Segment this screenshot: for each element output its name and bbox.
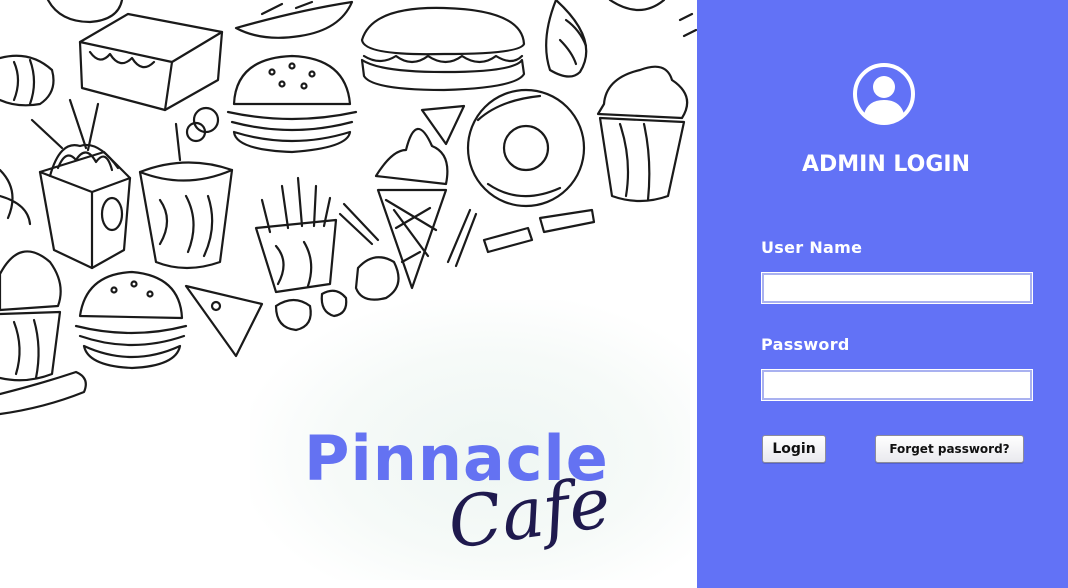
username-label: User Name (761, 238, 863, 257)
login-panel: ADMIN LOGIN User Name Password Login For… (697, 0, 1068, 588)
login-button[interactable]: Login (762, 435, 826, 463)
password-input[interactable] (761, 369, 1033, 401)
brand-subtitle: Cafe (443, 461, 616, 565)
forgot-password-button[interactable]: Forget password? (875, 435, 1024, 463)
user-circle-icon (853, 63, 915, 125)
username-input[interactable] (761, 272, 1033, 304)
password-label: Password (761, 335, 850, 354)
login-window: Pinnacle Cafe ADMIN LOGIN User Name Pass… (0, 0, 1068, 588)
login-title: ADMIN LOGIN (801, 152, 971, 177)
food-illustration-panel: Pinnacle Cafe (0, 0, 697, 588)
